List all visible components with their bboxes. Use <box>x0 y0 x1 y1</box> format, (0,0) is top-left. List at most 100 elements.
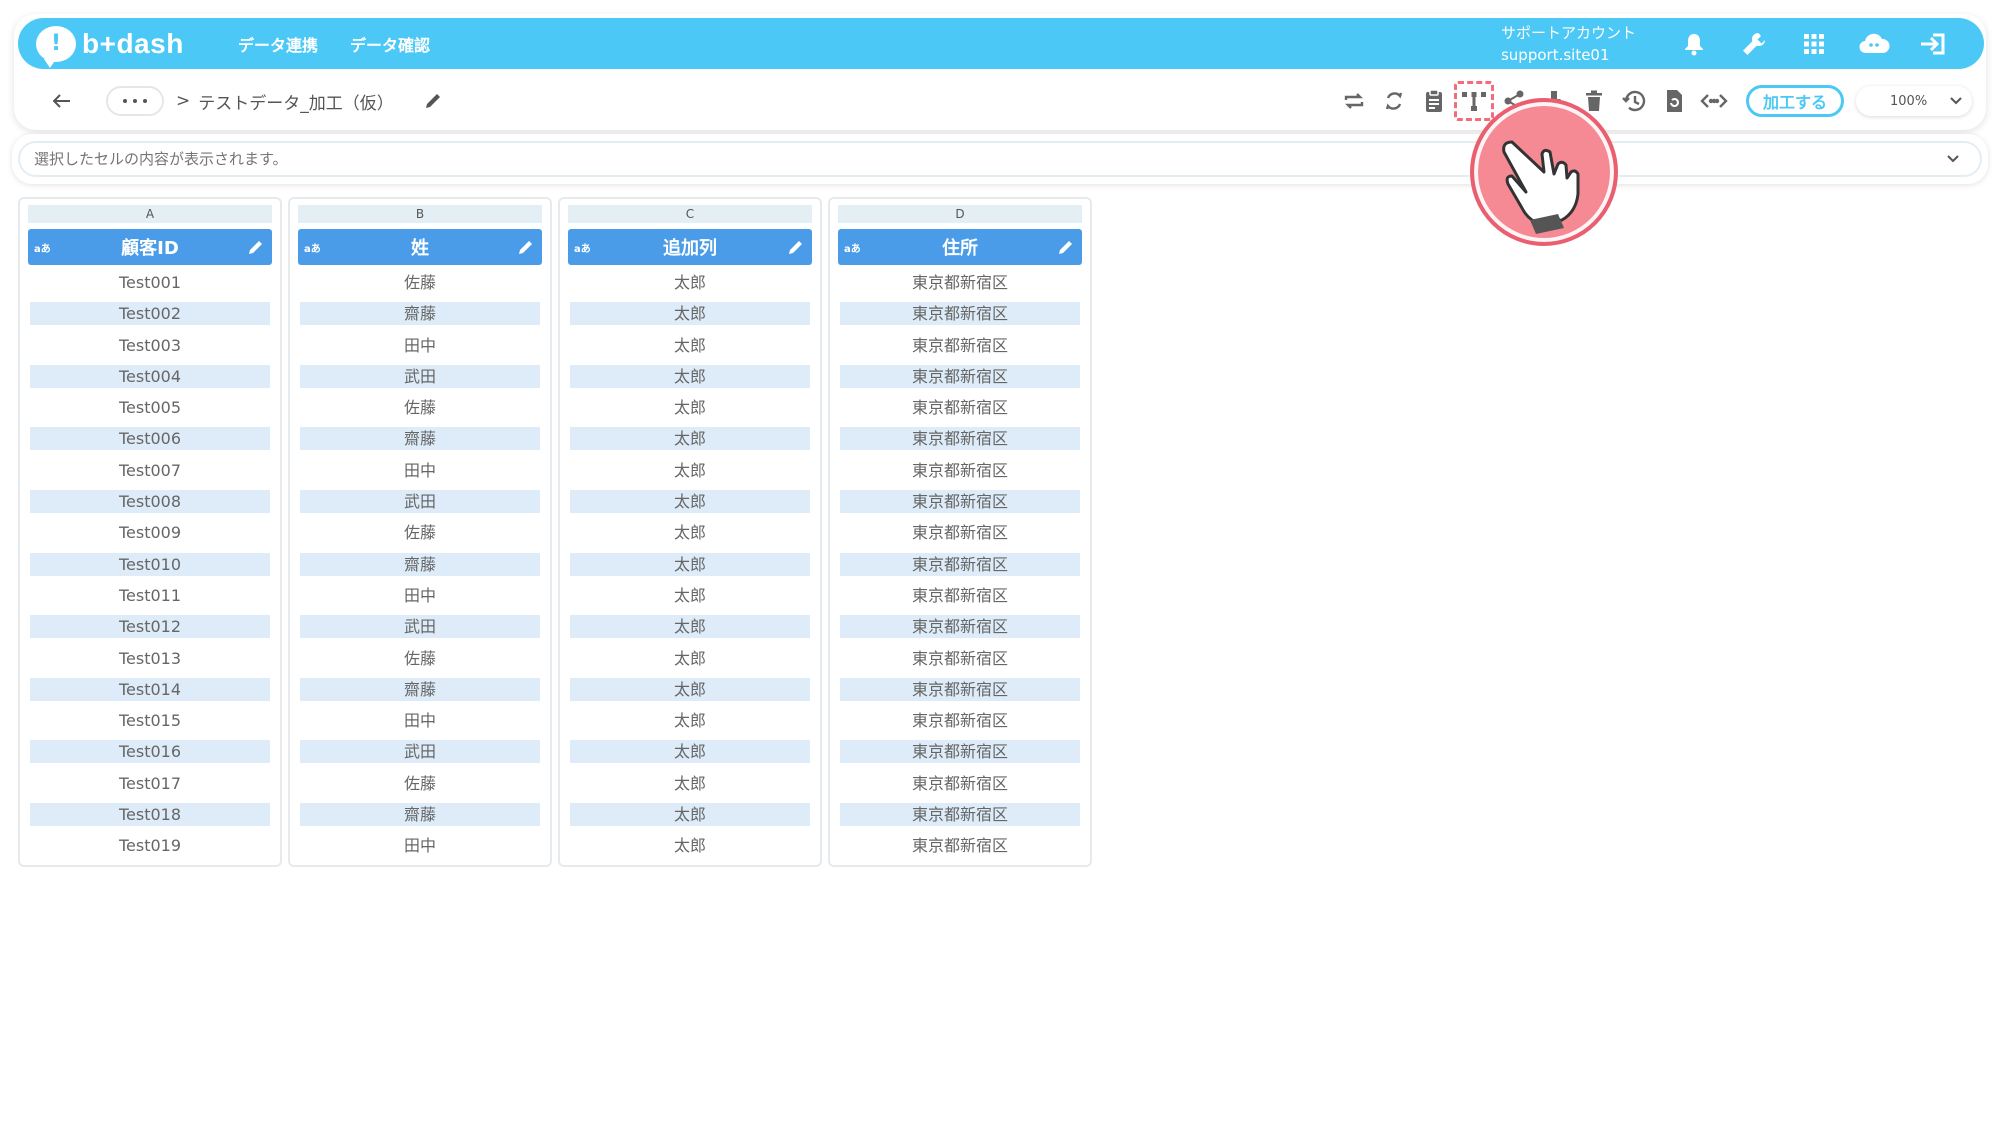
table-cell[interactable]: Test008 <box>30 490 270 514</box>
table-cell[interactable]: 太郎 <box>570 334 810 357</box>
table-cell[interactable]: Test010 <box>30 552 270 576</box>
table-cell[interactable]: 東京都新宿区 <box>840 459 1080 482</box>
table-cell[interactable]: 齋藤 <box>300 552 540 576</box>
expand-chevron-icon[interactable] <box>1940 146 1966 172</box>
table-cell[interactable]: 東京都新宿区 <box>840 615 1080 639</box>
table-cell[interactable]: 東京都新宿区 <box>840 647 1080 670</box>
table-cell[interactable]: Test014 <box>30 677 270 701</box>
table-cell[interactable]: Test017 <box>30 772 270 795</box>
bell-icon[interactable] <box>1664 18 1724 69</box>
table-cell[interactable]: 太郎 <box>570 427 810 451</box>
table-cell[interactable]: 齋藤 <box>300 302 540 326</box>
column-letter[interactable]: D <box>838 205 1082 223</box>
process-button[interactable]: 加工する <box>1745 85 1844 117</box>
column-header[interactable]: aあ 追加列 <box>568 229 812 265</box>
table-cell[interactable]: 太郎 <box>570 772 810 795</box>
bdash-logo[interactable]: ! b+dash <box>36 18 206 69</box>
column-header[interactable]: aあ 顧客ID <box>28 229 272 265</box>
loop-icon[interactable] <box>1334 81 1374 121</box>
table-cell[interactable]: Test012 <box>30 615 270 639</box>
table-cell[interactable]: 東京都新宿区 <box>840 834 1080 857</box>
table-cell[interactable]: 東京都新宿区 <box>840 677 1080 701</box>
table-cell[interactable]: Test015 <box>30 709 270 732</box>
table-cell[interactable]: 田中 <box>300 834 540 857</box>
table-cell[interactable]: 太郎 <box>570 803 810 827</box>
wrench-icon[interactable] <box>1724 18 1784 69</box>
table-cell[interactable]: Test019 <box>30 834 270 857</box>
edit-column-pencil-icon[interactable] <box>1052 233 1080 261</box>
edit-column-pencil-icon[interactable] <box>242 233 270 261</box>
breadcrumb-more-button[interactable] <box>106 86 164 116</box>
table-cell[interactable]: 田中 <box>300 709 540 732</box>
table-cell[interactable]: 武田 <box>300 615 540 639</box>
table-cell[interactable]: 東京都新宿区 <box>840 709 1080 732</box>
table-cell[interactable]: Test006 <box>30 427 270 451</box>
table-cell[interactable]: 東京都新宿区 <box>840 364 1080 388</box>
restore-icon[interactable] <box>1654 81 1694 121</box>
table-cell[interactable]: 太郎 <box>570 709 810 732</box>
rename-pencil-icon[interactable] <box>418 86 448 116</box>
table-cell[interactable]: 太郎 <box>570 552 810 576</box>
clipboard-icon[interactable] <box>1414 81 1454 121</box>
table-cell[interactable]: 佐藤 <box>300 521 540 544</box>
table-cell[interactable]: 東京都新宿区 <box>840 803 1080 827</box>
table-cell[interactable]: Test011 <box>30 584 270 607</box>
table-cell[interactable]: 東京都新宿区 <box>840 302 1080 326</box>
cell-content-input[interactable] <box>34 150 1940 168</box>
edit-column-pencil-icon[interactable] <box>512 233 540 261</box>
code-icon[interactable] <box>1694 81 1734 121</box>
column-letter[interactable]: B <box>298 205 542 223</box>
table-cell[interactable]: 太郎 <box>570 364 810 388</box>
table-cell[interactable]: 齋藤 <box>300 803 540 827</box>
table-cell[interactable]: 太郎 <box>570 677 810 701</box>
table-cell[interactable]: 太郎 <box>570 490 810 514</box>
table-cell[interactable]: 田中 <box>300 334 540 357</box>
table-cell[interactable]: 田中 <box>300 584 540 607</box>
nav-data-integration[interactable]: データ連携 <box>238 32 318 56</box>
table-cell[interactable]: 武田 <box>300 490 540 514</box>
table-cell[interactable]: 太郎 <box>570 740 810 764</box>
table-cell[interactable]: 佐藤 <box>300 396 540 419</box>
table-cell[interactable]: Test005 <box>30 396 270 419</box>
table-cell[interactable]: 齋藤 <box>300 677 540 701</box>
table-cell[interactable]: 佐藤 <box>300 772 540 795</box>
table-cell[interactable]: Test003 <box>30 334 270 357</box>
table-cell[interactable]: 東京都新宿区 <box>840 334 1080 357</box>
table-cell[interactable]: 東京都新宿区 <box>840 490 1080 514</box>
account-info[interactable]: サポートアカウント support.site01 <box>1501 22 1636 66</box>
column-header[interactable]: aあ 住所 <box>838 229 1082 265</box>
table-cell[interactable]: 太郎 <box>570 302 810 326</box>
table-cell[interactable]: 武田 <box>300 364 540 388</box>
table-cell[interactable]: 東京都新宿区 <box>840 772 1080 795</box>
column-letter[interactable]: C <box>568 205 812 223</box>
table-cell[interactable]: 東京都新宿区 <box>840 552 1080 576</box>
table-cell[interactable]: 東京都新宿区 <box>840 396 1080 419</box>
table-cell[interactable]: 田中 <box>300 459 540 482</box>
table-cell[interactable]: 東京都新宿区 <box>840 584 1080 607</box>
table-cell[interactable]: 太郎 <box>570 396 810 419</box>
table-cell[interactable]: 東京都新宿区 <box>840 271 1080 294</box>
table-cell[interactable]: 佐藤 <box>300 647 540 670</box>
grid-icon[interactable] <box>1784 18 1844 69</box>
table-cell[interactable]: 齋藤 <box>300 427 540 451</box>
column-letter[interactable]: A <box>28 205 272 223</box>
table-cell[interactable]: Test013 <box>30 647 270 670</box>
table-cell[interactable]: Test004 <box>30 364 270 388</box>
column-header[interactable]: aあ 姓 <box>298 229 542 265</box>
table-cell[interactable]: 太郎 <box>570 521 810 544</box>
table-cell[interactable]: 太郎 <box>570 584 810 607</box>
table-cell[interactable]: 太郎 <box>570 834 810 857</box>
table-cell[interactable]: Test016 <box>30 740 270 764</box>
cloud-icon[interactable] <box>1844 18 1904 69</box>
table-cell[interactable]: 東京都新宿区 <box>840 427 1080 451</box>
table-cell[interactable]: 太郎 <box>570 615 810 639</box>
nav-data-check[interactable]: データ確認 <box>350 32 430 56</box>
table-cell[interactable]: 東京都新宿区 <box>840 740 1080 764</box>
table-cell[interactable]: Test009 <box>30 521 270 544</box>
back-arrow-icon[interactable] <box>38 81 86 121</box>
table-cell[interactable]: Test002 <box>30 302 270 326</box>
table-cell[interactable]: 太郎 <box>570 647 810 670</box>
refresh-icon[interactable] <box>1374 81 1414 121</box>
table-cell[interactable]: Test018 <box>30 803 270 827</box>
table-cell[interactable]: 東京都新宿区 <box>840 521 1080 544</box>
